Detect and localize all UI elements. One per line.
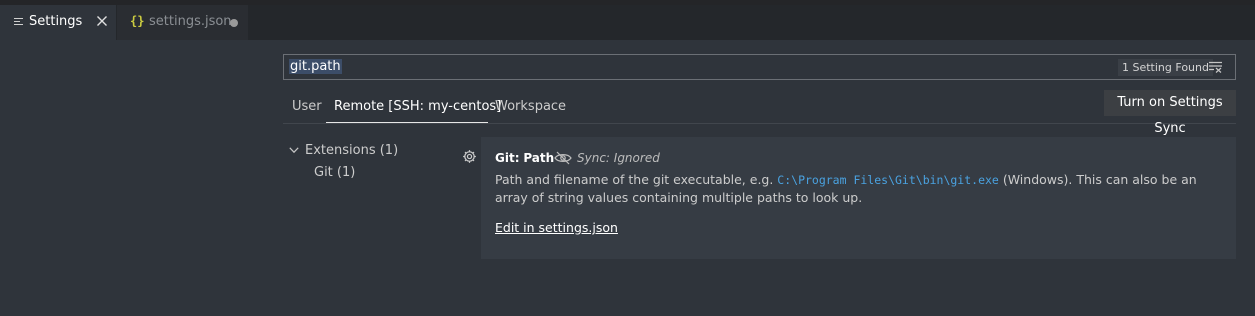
setting-category: Git: <box>495 151 520 165</box>
toc-item-extensions-label: Extensions (1) <box>305 143 399 158</box>
setting-title: Git: Path <box>495 151 554 165</box>
result-count-badge: 1 Setting Found <box>1118 59 1213 76</box>
turn-on-settings-sync-button[interactable]: Turn on Settings Sync <box>1104 90 1236 136</box>
description-code: C:\Program Files\Git\bin\git.exe <box>777 173 999 187</box>
sync-status-label: Sync: Ignored <box>577 151 660 165</box>
unsaved-dot-icon[interactable] <box>230 19 238 27</box>
toc-item-git[interactable]: Git (1) <box>314 165 355 180</box>
scope-tab-user[interactable]: User <box>292 99 322 114</box>
json-file-icon: {} <box>130 14 145 28</box>
clear-filter-icon[interactable] <box>1209 61 1223 73</box>
close-icon[interactable] <box>96 14 108 28</box>
tab-settings-json[interactable]: {} settings.json <box>117 5 248 40</box>
search-query[interactable]: git.path <box>289 59 342 74</box>
scope-tab-remote[interactable]: Remote [SSH: my-centos] <box>334 99 501 114</box>
setting-description: Path and filename of the git executable,… <box>495 171 1225 207</box>
tab-settings-label: Settings <box>29 14 83 29</box>
tab-settings[interactable]: Settings <box>0 5 116 40</box>
scope-divider <box>283 123 1236 124</box>
tab-settings-json-label: settings.json <box>149 14 232 29</box>
editor-tab-bar: Settings {} settings.json <box>0 5 1255 40</box>
gear-icon[interactable] <box>462 149 477 164</box>
chevron-down-icon <box>289 147 299 154</box>
settings-search-input[interactable]: git.path 1 Setting Found <box>283 54 1236 80</box>
scope-tab-workspace[interactable]: Workspace <box>495 99 566 114</box>
sync-ignored-icon <box>554 151 572 165</box>
settings-editor-icon <box>14 18 23 27</box>
edit-in-settings-json-link[interactable]: Edit in settings.json <box>495 220 618 235</box>
description-text-before: Path and filename of the git executable,… <box>495 172 778 187</box>
setting-name: Path <box>523 151 555 165</box>
